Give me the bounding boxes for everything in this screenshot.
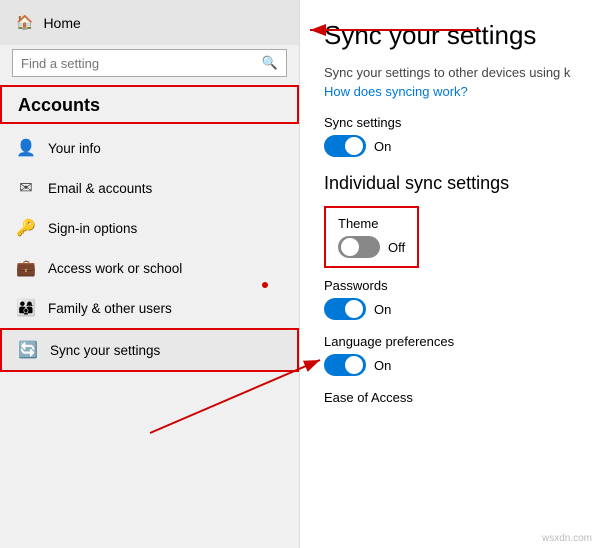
theme-status: Off (388, 240, 405, 255)
sync-settings-toggle[interactable] (324, 135, 366, 157)
key-icon: 🔑 (16, 218, 36, 238)
user-icon: 👤 (16, 138, 36, 158)
language-status: On (374, 358, 391, 373)
sidebar-item-email-accounts[interactable]: ✉ Email & accounts (0, 168, 299, 208)
sidebar-item-family[interactable]: 👨‍👩‍👦 Family & other users (0, 288, 299, 328)
main-content: Sync your settings Sync your settings to… (300, 0, 600, 548)
theme-toggle-thumb (341, 238, 359, 256)
email-icon: ✉ (16, 178, 36, 198)
sidebar: 🏠 Home 🔍 Accounts 👤 Your info ✉ Email & … (0, 0, 300, 548)
theme-label: Theme (338, 216, 405, 231)
search-box[interactable]: 🔍 (12, 49, 287, 77)
sync-settings-label: Sync settings (324, 115, 576, 130)
page-title: Sync your settings (324, 20, 576, 51)
passwords-label: Passwords (324, 278, 576, 293)
language-toggle-thumb (345, 356, 363, 374)
theme-toggle[interactable] (338, 236, 380, 258)
sidebar-item-your-info[interactable]: 👤 Your info (0, 128, 299, 168)
ease-label: Ease of Access (324, 390, 576, 405)
sync-icon: 🔄 (18, 340, 38, 360)
sidebar-item-sync[interactable]: 🔄 Sync your settings (0, 328, 299, 372)
family-icon: 👨‍👩‍👦 (16, 298, 36, 318)
sync-settings-row: Sync settings On (324, 115, 576, 157)
passwords-row: Passwords On (324, 278, 576, 320)
theme-setting-box: Theme Off (324, 206, 419, 268)
passwords-status: On (374, 302, 391, 317)
toggle-thumb (345, 137, 363, 155)
search-icon: 🔍 (262, 55, 278, 71)
ease-row: Ease of Access (324, 390, 576, 405)
sign-in-label: Sign-in options (48, 221, 137, 236)
sidebar-item-sign-in[interactable]: 🔑 Sign-in options (0, 208, 299, 248)
home-icon: 🏠 (16, 14, 33, 31)
individual-sync-heading: Individual sync settings (324, 173, 576, 194)
passwords-toggle[interactable] (324, 298, 366, 320)
sidebar-item-access-work[interactable]: 💼 Access work or school (0, 248, 299, 288)
family-label: Family & other users (48, 301, 172, 316)
language-toggle[interactable] (324, 354, 366, 376)
accounts-section-label: Accounts (2, 87, 297, 122)
home-nav-item[interactable]: 🏠 Home (0, 0, 299, 45)
how-syncing-works-link[interactable]: How does syncing work? (324, 84, 576, 99)
home-label: Home (43, 15, 80, 31)
language-row: Language preferences On (324, 334, 576, 376)
your-info-label: Your info (48, 141, 101, 156)
briefcase-icon: 💼 (16, 258, 36, 278)
passwords-toggle-thumb (345, 300, 363, 318)
email-accounts-label: Email & accounts (48, 181, 152, 196)
sync-label: Sync your settings (50, 343, 160, 358)
sync-settings-status: On (374, 139, 391, 154)
sync-subtitle: Sync your settings to other devices usin… (324, 65, 576, 80)
language-label: Language preferences (324, 334, 576, 349)
watermark: wsxdn.com (542, 533, 592, 544)
search-input[interactable] (21, 56, 256, 71)
access-work-label: Access work or school (48, 261, 182, 276)
